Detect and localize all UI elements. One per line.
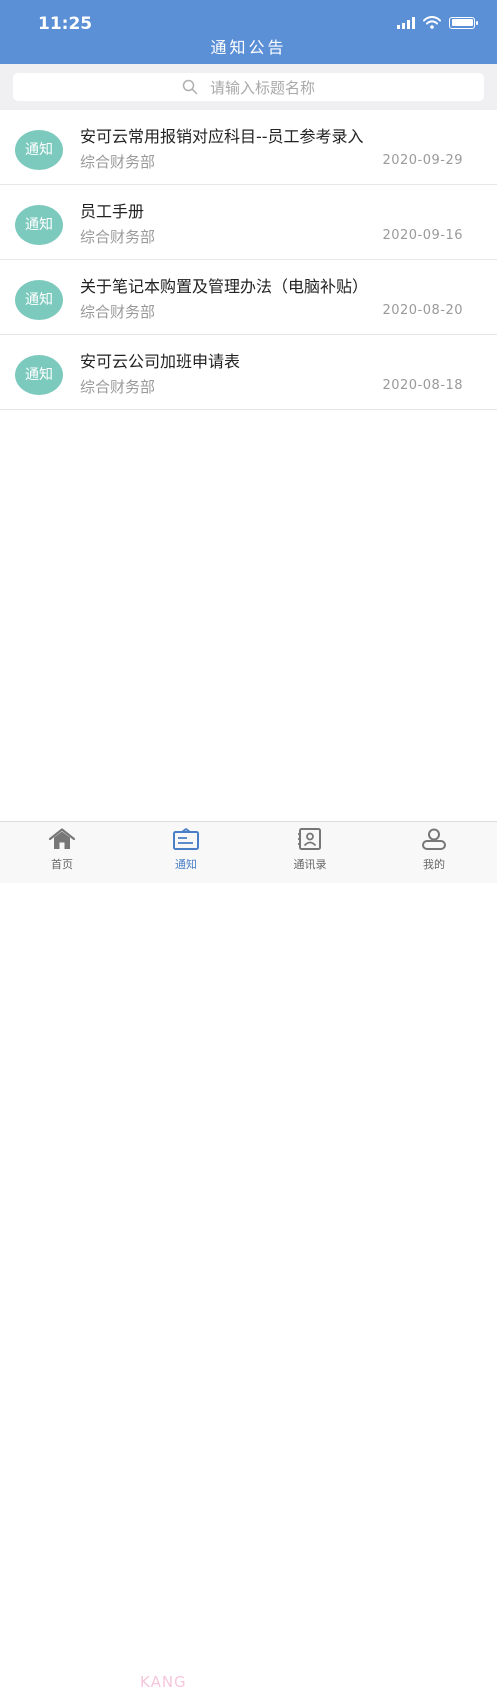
tab-notice-label: 通知 bbox=[175, 858, 197, 871]
notice-badge: 通知 bbox=[15, 355, 63, 395]
watermark: KANG bbox=[140, 1673, 187, 1691]
search-input[interactable]: 请输入标题名称 bbox=[13, 73, 484, 101]
search-area: 请输入标题名称 bbox=[0, 64, 497, 110]
tab-home-label: 首页 bbox=[51, 858, 73, 871]
notice-row[interactable]: 通知 安可云常用报销对应科目--员工参考录入 综合财务部 2020-09-29 bbox=[0, 110, 497, 185]
notice-row[interactable]: 通知 关于笔记本购置及管理办法（电脑补贴） 综合财务部 2020-08-20 bbox=[0, 260, 497, 335]
wifi-icon bbox=[423, 16, 441, 29]
notice-date: 2020-08-20 bbox=[382, 303, 463, 318]
notice-badge: 通知 bbox=[15, 280, 63, 320]
battery-icon bbox=[449, 16, 478, 29]
cellular-signal-icon bbox=[397, 16, 415, 29]
tab-profile[interactable]: 我的 bbox=[384, 828, 484, 872]
notice-dept: 综合财务部 bbox=[80, 228, 156, 246]
notice-title: 关于笔记本购置及管理办法（电脑补贴） bbox=[80, 277, 369, 296]
notice-badge: 通知 bbox=[15, 130, 63, 170]
notice-dept: 综合财务部 bbox=[80, 303, 156, 321]
home-icon bbox=[48, 828, 76, 849]
tab-bar: 首页 通知 通讯录 我的 KANG bbox=[0, 821, 497, 1691]
search-icon bbox=[182, 79, 198, 95]
status-icons bbox=[397, 16, 478, 29]
notice-row[interactable]: 通知 员工手册 综合财务部 2020-09-16 bbox=[0, 185, 497, 260]
notice-date: 2020-08-18 bbox=[382, 378, 463, 393]
notice-icon bbox=[173, 828, 199, 850]
page-title: 通知公告 bbox=[210, 38, 287, 57]
search-placeholder: 请输入标题名称 bbox=[209, 78, 315, 97]
notice-title: 安可云常用报销对应科目--员工参考录入 bbox=[80, 127, 364, 146]
notice-date: 2020-09-16 bbox=[382, 228, 463, 243]
notice-title: 员工手册 bbox=[80, 202, 145, 221]
notice-row[interactable]: 通知 安可云公司加班申请表 综合财务部 2020-08-18 bbox=[0, 335, 497, 410]
contacts-icon bbox=[298, 828, 321, 850]
notice-dept: 综合财务部 bbox=[80, 378, 156, 396]
tab-contacts-label: 通讯录 bbox=[293, 858, 327, 871]
notice-badge: 通知 bbox=[15, 205, 63, 245]
tab-notice[interactable]: 通知 bbox=[136, 828, 236, 872]
user-icon bbox=[422, 828, 446, 850]
app-header: 11:25 通知公告 bbox=[0, 0, 497, 64]
tab-contacts[interactable]: 通讯录 bbox=[260, 828, 360, 872]
status-time: 11:25 bbox=[38, 14, 93, 34]
tab-profile-label: 我的 bbox=[423, 858, 445, 871]
tab-home[interactable]: 首页 bbox=[12, 828, 112, 872]
notice-list: 通知 安可云常用报销对应科目--员工参考录入 综合财务部 2020-09-29 … bbox=[0, 110, 497, 410]
notice-dept: 综合财务部 bbox=[80, 153, 156, 171]
notice-title: 安可云公司加班申请表 bbox=[80, 352, 241, 371]
notice-date: 2020-09-29 bbox=[382, 153, 463, 168]
